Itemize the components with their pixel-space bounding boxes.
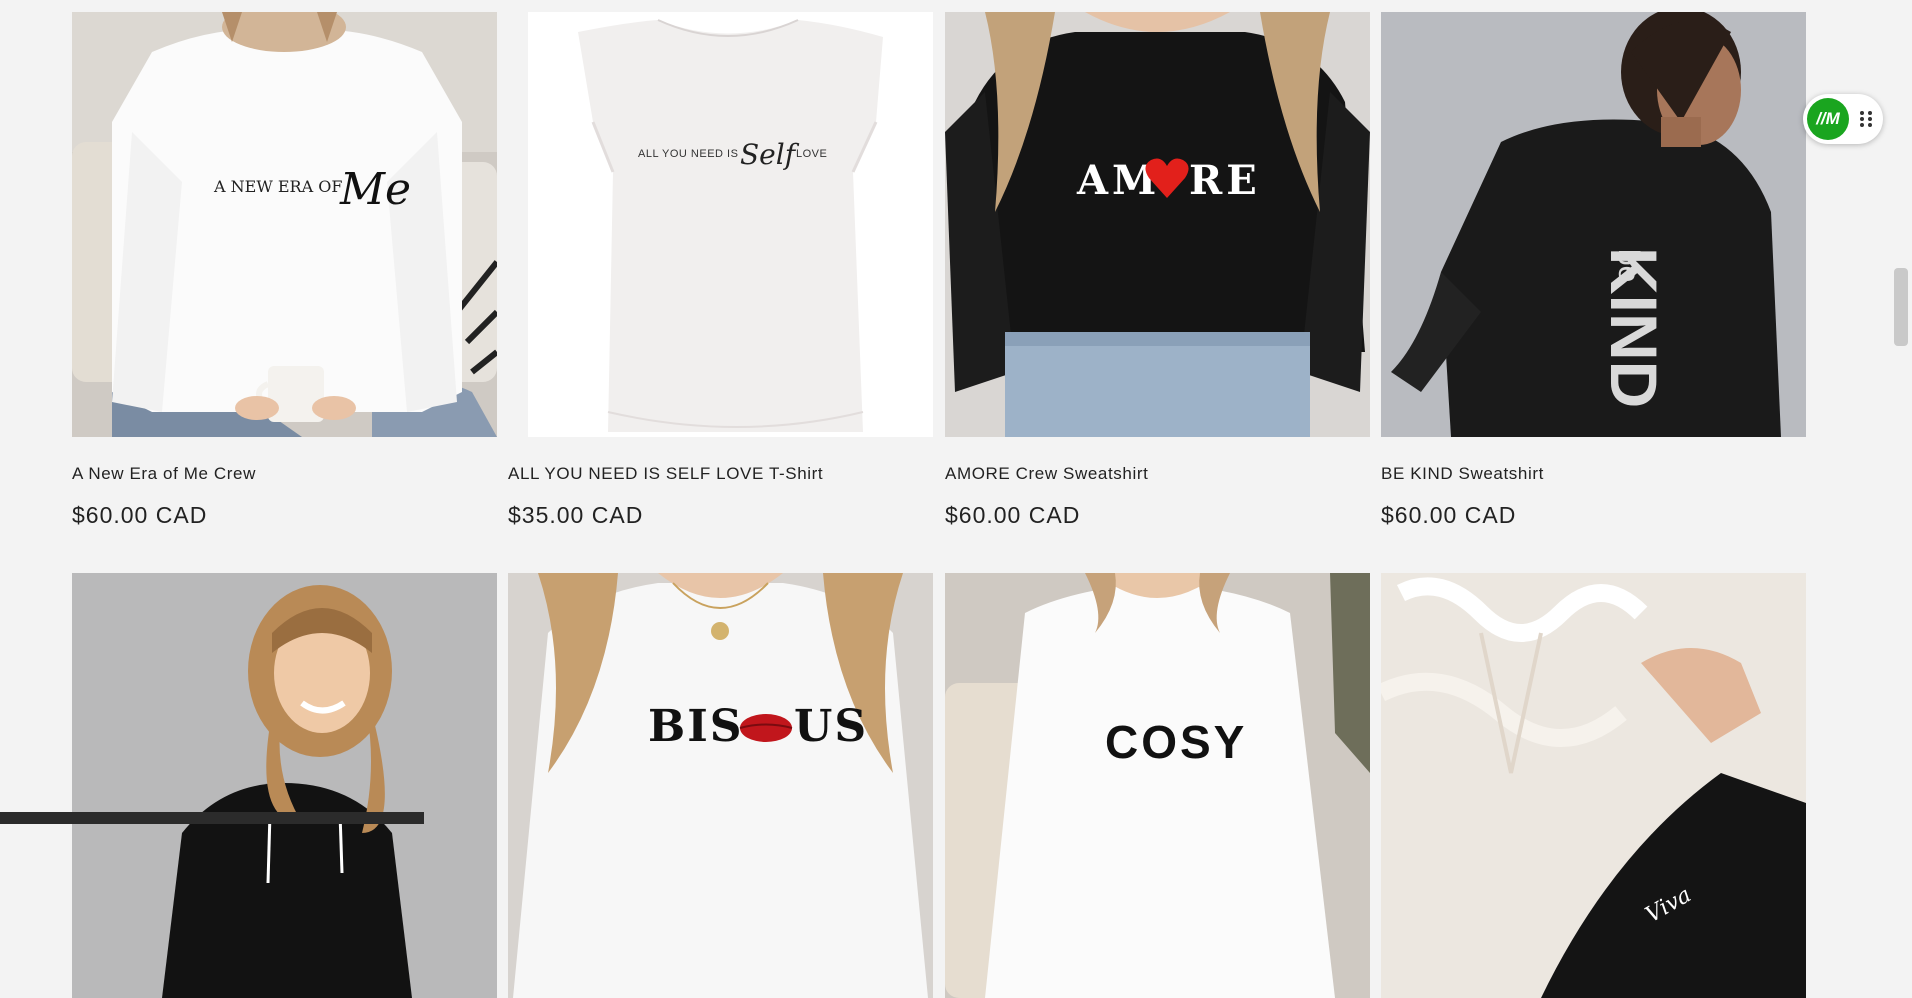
- product-price: $35.00 CAD: [508, 502, 644, 528]
- product-image[interactable]: KIND be: [1381, 12, 1806, 437]
- lips-icon: [740, 714, 792, 742]
- product-price: $60.00 CAD: [1381, 502, 1517, 528]
- scroll-thumb[interactable]: [1894, 268, 1908, 346]
- product-price: $60.00 CAD: [945, 502, 1081, 528]
- widget-logo-icon[interactable]: //M: [1807, 98, 1849, 140]
- shirt-print-text: A NEW ERA OF: [213, 177, 342, 196]
- product-image[interactable]: COSY: [945, 573, 1370, 998]
- product-image[interactable]: ALL YOU NEED IS Self LOVE: [508, 12, 933, 437]
- shirt-print-text: BIS: [648, 701, 744, 752]
- product-title[interactable]: ALL YOU NEED IS SELF LOVE T-Shirt: [508, 464, 933, 484]
- product-image[interactable]: [72, 573, 497, 998]
- product-title[interactable]: BE KIND Sweatshirt: [1381, 464, 1806, 484]
- product-title[interactable]: A New Era of Me Crew: [72, 464, 497, 484]
- product-image[interactable]: BIS US: [508, 573, 933, 998]
- scrollbar[interactable]: [1890, 0, 1912, 824]
- shirt-print-text: COSY: [1105, 716, 1247, 768]
- product-image[interactable]: A NEW ERA OF Me: [72, 12, 497, 437]
- product-image[interactable]: Viva: [1381, 573, 1806, 998]
- shirt-print-text-small: be: [1612, 249, 1645, 282]
- floating-widget[interactable]: //M: [1803, 94, 1883, 144]
- product-title[interactable]: AMORE Crew Sweatshirt: [945, 464, 1370, 484]
- product-image[interactable]: AM RE: [945, 12, 1370, 437]
- shirt-print-script: Me: [339, 164, 411, 215]
- product-price: $60.00 CAD: [72, 502, 208, 528]
- shirt-print-text-end: LOVE: [796, 148, 827, 160]
- shirt-print-script: Self: [740, 138, 800, 171]
- drag-handle-icon[interactable]: [1859, 109, 1873, 129]
- shirt-print-text-end: RE: [1189, 157, 1261, 204]
- shirt-print-text-end: US: [794, 701, 868, 752]
- bottom-bar: [0, 812, 424, 824]
- shirt-print-text: ALL YOU NEED IS: [638, 148, 738, 160]
